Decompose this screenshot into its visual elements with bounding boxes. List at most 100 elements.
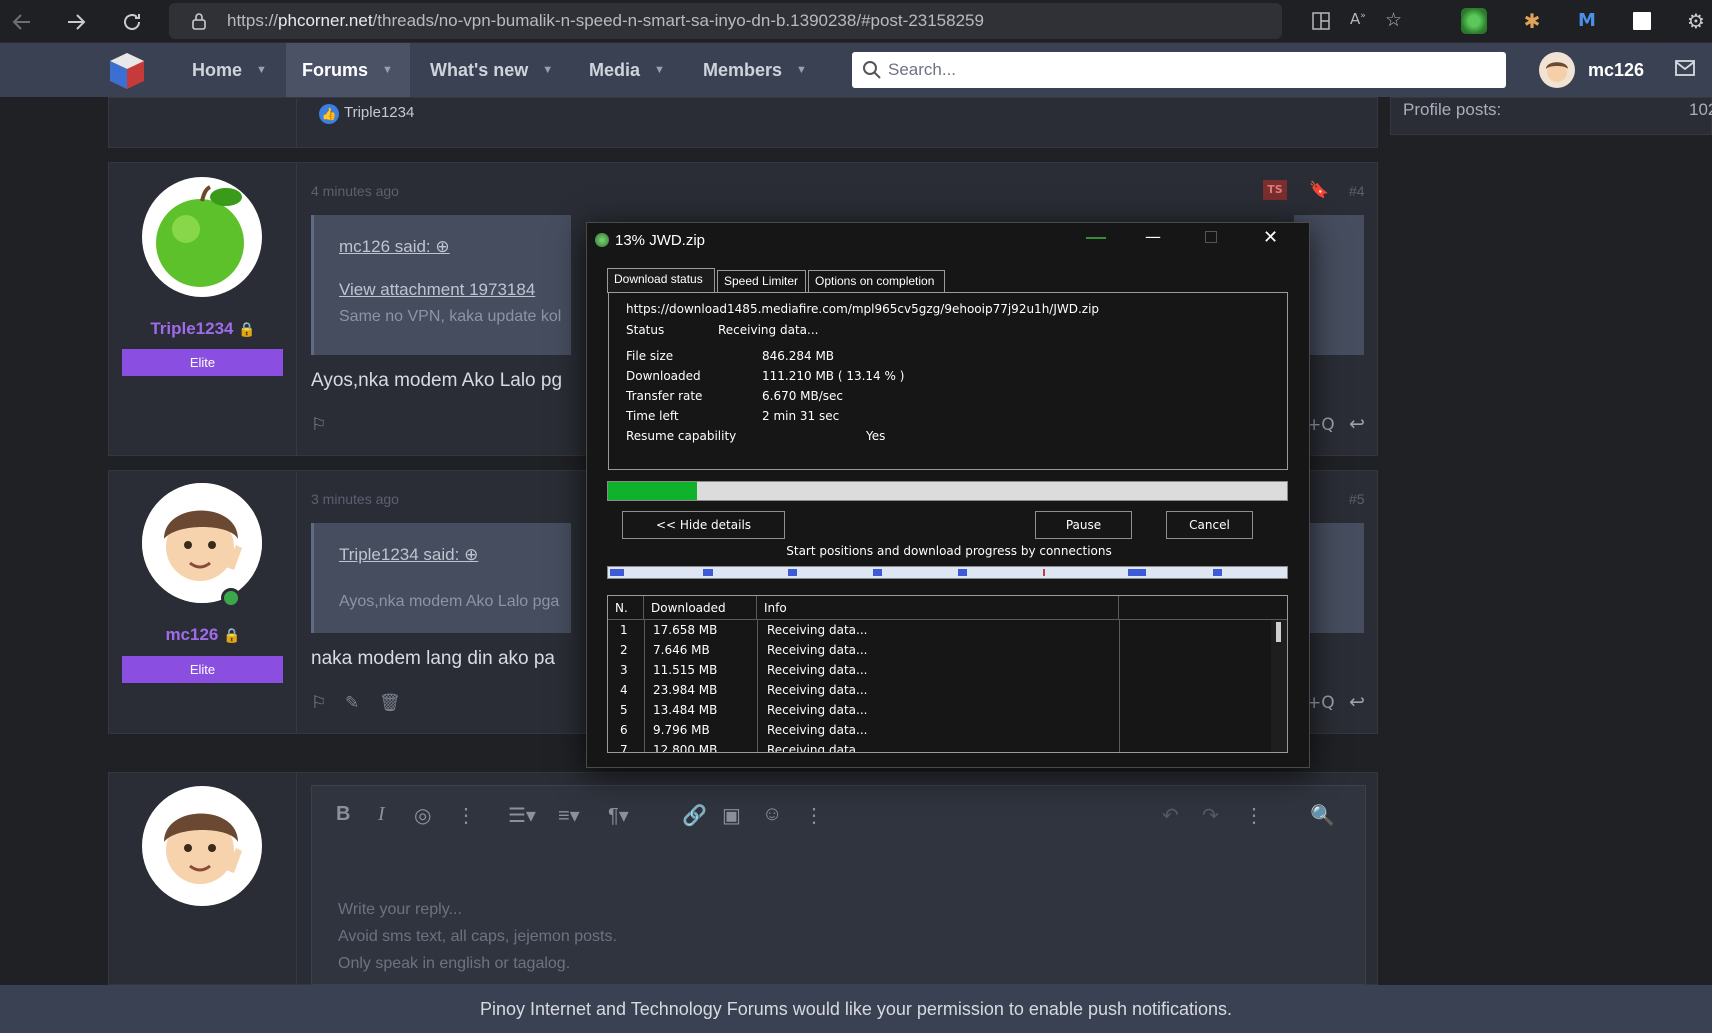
palette-icon[interactable]: ◎ [414, 803, 431, 828]
favorites-icon[interactable]: ☆ [1385, 9, 1402, 31]
read-aloud-icon[interactable]: A» [1350, 10, 1366, 28]
forward-icon[interactable] [60, 6, 92, 38]
table-row[interactable]: 1 17.658 MB Receiving data... [608, 621, 1268, 641]
reply-icon[interactable]: ↩ [1349, 413, 1365, 435]
username[interactable]: mc126 🔒 [109, 625, 297, 645]
transfer-rate-label: Transfer rate [626, 389, 703, 403]
quote-author[interactable]: mc126 said: ⊕ [339, 237, 450, 257]
multiquote-icon[interactable]: +Q [1307, 415, 1335, 435]
preview-icon[interactable]: 🔍 [1310, 803, 1335, 828]
post-number[interactable]: #4 [1349, 183, 1365, 199]
refresh-icon[interactable] [116, 6, 148, 38]
close-icon[interactable]: ✕ [1263, 227, 1278, 248]
nav-media[interactable]: Media ▼ [573, 43, 681, 97]
delete-icon[interactable]: 🗑 [379, 693, 401, 713]
user-pane: Triple1234 🔒 Elite [109, 163, 297, 455]
report-flag-icon[interactable]: ⚐ [311, 415, 326, 435]
address-bar[interactable]: https://phcorner.net/threads/no-vpn-buma… [169, 3, 1402, 39]
undo-icon[interactable]: ↶ [1162, 803, 1179, 828]
hide-details-button[interactable]: << Hide details [622, 511, 785, 539]
cancel-button[interactable]: Cancel [1166, 511, 1253, 539]
nav-members[interactable]: Members ▼ [687, 43, 823, 97]
connections-progress-bar [607, 566, 1288, 579]
emoji-icon[interactable]: ☺ [762, 803, 782, 826]
post-timestamp[interactable]: 3 minutes ago [311, 491, 399, 507]
cookie-extension-icon[interactable]: ✱ [1519, 8, 1545, 34]
more-icon[interactable]: ⋮ [804, 803, 824, 828]
column-header-info[interactable]: Info [757, 596, 1119, 620]
post-number[interactable]: #5 [1349, 491, 1365, 507]
nav-home[interactable]: Home ▼ [176, 43, 283, 97]
post-timestamp[interactable]: 4 minutes ago [311, 183, 399, 199]
more-icon[interactable]: ⋮ [1244, 803, 1264, 828]
table-scrollbar[interactable] [1271, 620, 1287, 752]
user-pane [109, 773, 297, 984]
table-row[interactable]: 4 23.984 MB Receiving data... [608, 681, 1268, 701]
nav-forums[interactable]: Forums ▼ [286, 43, 410, 97]
table-row[interactable]: 5 13.484 MB Receiving data... [608, 701, 1268, 721]
column-header-empty [1119, 596, 1287, 620]
scrollbar-thumb[interactable] [1276, 622, 1281, 642]
nav-username[interactable]: mc126 [1588, 43, 1644, 97]
profile-posts-label: Profile posts: [1403, 100, 1502, 119]
downloaded-label: Downloaded [626, 369, 701, 383]
maximize-icon[interactable] [1205, 231, 1217, 243]
quote-author[interactable]: Triple1234 said: ⊕ [339, 545, 478, 565]
avatar[interactable] [142, 177, 262, 297]
search-placeholder: Search... [888, 60, 957, 79]
status-label: Status [626, 323, 665, 337]
connection-segment [703, 569, 713, 576]
mail-extension-icon[interactable]: M [1574, 8, 1600, 34]
tab-download-status[interactable]: Download status [607, 268, 715, 293]
inbox-icon[interactable] [1675, 60, 1695, 80]
list-icon[interactable]: ☰▾ [508, 803, 536, 828]
username[interactable]: Triple1234 🔒 [109, 319, 297, 339]
site-logo[interactable] [106, 51, 148, 91]
redo-icon[interactable]: ↷ [1202, 803, 1219, 828]
align-icon[interactable]: ≡▾ [558, 803, 580, 828]
user-pane [109, 98, 297, 147]
back-icon[interactable] [6, 6, 38, 38]
report-flag-icon[interactable]: ⚐ [311, 693, 326, 713]
time-left-value: 2 min 31 sec [762, 409, 840, 423]
tab-options-on-completion[interactable]: Options on completion [808, 270, 945, 292]
table-row[interactable]: 6 9.796 MB Receiving data... [608, 721, 1268, 741]
extension-icon[interactable] [1461, 8, 1487, 34]
bookmark-icon[interactable]: 🔖 [1309, 180, 1329, 199]
push-notification-banner[interactable]: Pinoy Internet and Technology Forums wou… [0, 985, 1712, 1033]
nav-whats-new[interactable]: What's new ▼ [414, 43, 569, 97]
status-panel: https://download1485.mediafire.com/mpl96… [608, 292, 1288, 470]
more-icon[interactable]: ⋮ [456, 803, 476, 828]
minimize-icon[interactable]: — [1145, 227, 1161, 246]
attachment-link[interactable]: View attachment 1973184 [339, 280, 535, 300]
downloaded-value: 111.210 MB ( 13.14 % ) [762, 369, 905, 383]
reaction-user[interactable]: Triple1234 [344, 104, 414, 121]
column-header-n[interactable]: N. [608, 596, 644, 620]
bold-icon[interactable]: B [336, 803, 350, 826]
avatar[interactable] [142, 483, 262, 603]
connections-table: N. Downloaded Info 1 17.658 MB Receiving d… [607, 595, 1288, 753]
extensions-puzzle-icon[interactable]: ⚙ [1683, 8, 1709, 34]
edit-icon[interactable]: ✎ [345, 693, 359, 713]
tab-speed-limiter[interactable]: Speed Limiter [717, 270, 806, 292]
link-icon[interactable]: 🔗 [682, 803, 707, 828]
table-row[interactable]: 2 7.646 MB Receiving data... [608, 641, 1268, 661]
online-indicator-icon [221, 588, 241, 608]
user-avatar[interactable] [1539, 52, 1575, 88]
like-reaction-icon: 👍 [319, 104, 339, 124]
table-row[interactable]: 3 11.515 MB Receiving data... [608, 661, 1268, 681]
column-header-downloaded[interactable]: Downloaded [644, 596, 757, 620]
lock-icon[interactable] [191, 12, 207, 34]
url-text[interactable]: https://phcorner.net/threads/no-vpn-buma… [227, 11, 984, 31]
search-input[interactable]: Search... [852, 52, 1506, 88]
table-row[interactable]: 7 12.800 MB Receiving data... [608, 741, 1268, 752]
qr-code-icon[interactable] [1629, 8, 1655, 34]
reply-box: Write your reply... Avoid sms text, all … [108, 772, 1378, 985]
image-icon[interactable]: ▣ [722, 803, 741, 828]
multiquote-icon[interactable]: +Q [1307, 693, 1335, 713]
split-screen-icon[interactable] [1312, 12, 1330, 34]
paragraph-icon[interactable]: ¶▾ [608, 803, 629, 828]
italic-icon[interactable]: I [378, 803, 385, 826]
reply-icon[interactable]: ↩ [1349, 691, 1365, 713]
pause-button[interactable]: Pause [1035, 511, 1132, 539]
